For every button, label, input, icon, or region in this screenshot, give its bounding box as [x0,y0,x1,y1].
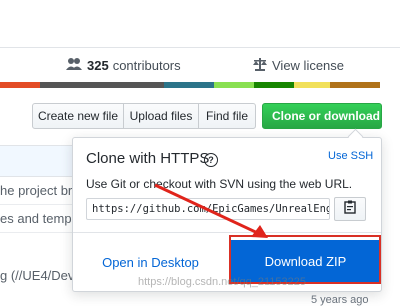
clone-panel-title: Clone with HTTPS [86,150,210,167]
bg-row-text-2: es and templa [0,211,82,226]
license-link[interactable]: View license [253,57,344,74]
language-bar [0,82,380,88]
language-segment [294,82,330,88]
help-icon[interactable]: ? [204,153,218,167]
law-icon [253,57,267,74]
bg-row-text-3: g (//UE4/Dev [0,268,75,283]
find-file-button[interactable]: Find file [198,103,256,129]
upload-files-button[interactable]: Upload files [123,103,199,129]
language-segment [214,82,254,88]
people-icon [66,57,82,74]
clipboard-icon [344,200,356,219]
clone-or-download-label: Clone or download [272,109,380,123]
use-ssh-link[interactable]: Use SSH [328,150,373,162]
language-segment [254,82,294,88]
copy-url-button[interactable] [334,197,366,221]
row-divider [0,204,72,205]
watermark: https://blog.csdn.net/qq_21153225 [138,276,306,288]
commit-bar-strip [0,145,72,177]
create-new-file-button[interactable]: Create new file [32,103,124,129]
license-label: View license [272,58,345,73]
bg-row-text-1: he project bro [0,183,80,198]
contributors-label: contributors [112,58,181,73]
contributors-link[interactable]: 325 contributors [66,57,181,74]
language-segment [164,82,214,88]
clone-or-download-button[interactable]: Clone or download [262,103,382,143]
top-divider [0,47,400,48]
last-commit-age: 5 years ago [311,294,369,306]
language-segment [44,82,164,88]
annotation-arrow-icon [154,183,268,238]
language-segment [330,82,380,88]
language-segment [0,82,40,88]
row-divider [0,232,72,233]
contributors-count: 325 [87,58,109,73]
